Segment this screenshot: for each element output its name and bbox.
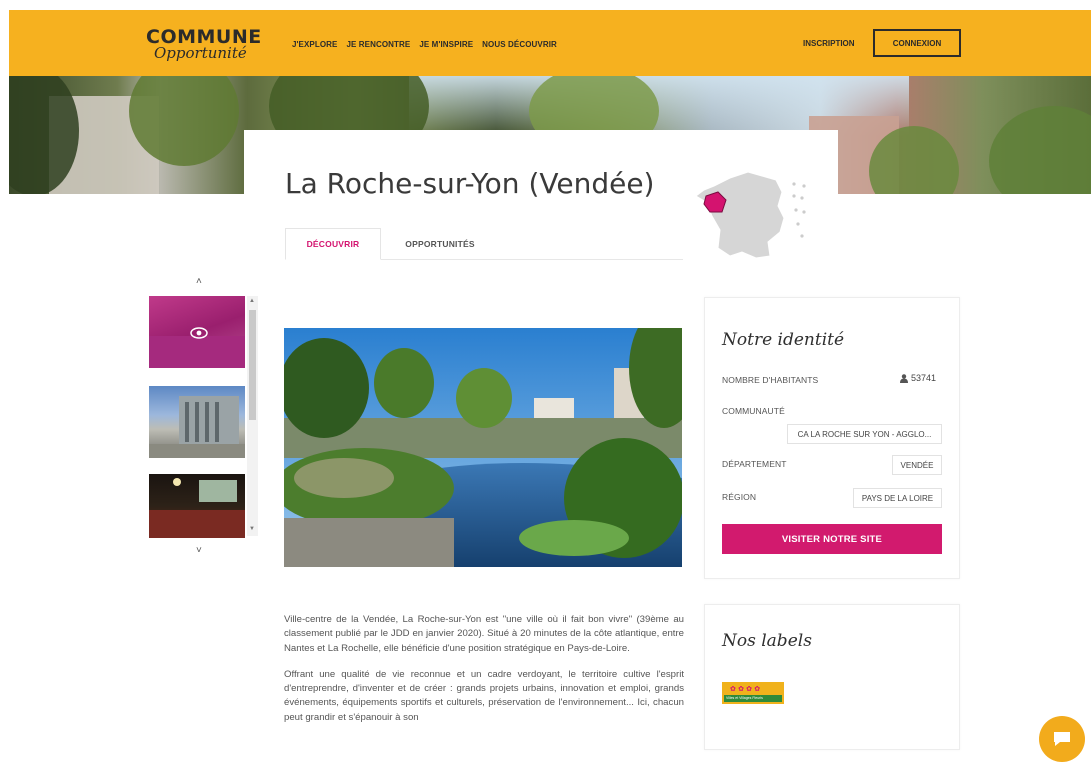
region-label: RÉGION xyxy=(722,492,757,502)
site-logo[interactable]: COMMUNE Opportunité xyxy=(146,28,262,62)
villes-fleuries-badge[interactable]: ✿ ✿ ✿ ✿ Villes et Villages Fleuris xyxy=(722,682,784,704)
scrollbar-thumb[interactable] xyxy=(249,310,256,420)
inhabitants-label: NOMBRE D'HABITANTS xyxy=(722,375,819,385)
region-value: PAYS DE LA LOIRE xyxy=(853,488,942,508)
description-paragraph-2: Offrant une qualité de vie reconnue et u… xyxy=(284,668,684,723)
labels-panel xyxy=(704,604,960,750)
gallery-thumb-2[interactable] xyxy=(149,386,245,458)
nav-item-meet[interactable]: JE RENCONTRE xyxy=(346,40,410,49)
identity-title: Notre identité xyxy=(722,330,845,350)
labels-title: Nos labels xyxy=(722,631,812,651)
tab-discover[interactable]: DÉCOUVRIR xyxy=(285,228,381,260)
main-photo xyxy=(284,328,682,567)
gallery-up-icon[interactable]: ˄ xyxy=(196,276,202,287)
signup-link[interactable]: INSCRIPTION xyxy=(803,39,855,48)
community-label: COMMUNAUTÉ xyxy=(722,406,785,416)
badge-text: Villes et Villages Fleuris xyxy=(726,696,763,700)
inhabitants-count: 53741 xyxy=(900,373,936,383)
page-title: La Roche-sur-Yon (Vendée) xyxy=(285,167,655,200)
scroll-up-arrow-icon[interactable]: ▲ xyxy=(249,298,255,304)
svg-text:✿ ✿ ✿ ✿: ✿ ✿ ✿ ✿ xyxy=(730,685,760,693)
description-paragraph-1: Ville-centre de la Vendée, La Roche-sur-… xyxy=(284,614,684,654)
department-label: DÉPARTEMENT xyxy=(722,459,787,469)
nav-item-explore[interactable]: J'EXPLORE xyxy=(292,40,337,49)
gallery-scrollbar[interactable]: ▲ ▼ xyxy=(247,296,258,536)
department-value: VENDÉE xyxy=(892,455,942,475)
scroll-down-arrow-icon[interactable]: ▼ xyxy=(249,526,255,532)
city-tabs: DÉCOUVRIR OPPORTUNITÉS xyxy=(285,228,683,260)
community-value: CA LA ROCHE SUR YON - AGGLO... xyxy=(787,424,942,444)
france-map xyxy=(690,166,820,262)
top-navbar: COMMUNE Opportunité J'EXPLORE JE RENCONT… xyxy=(9,10,1091,76)
gallery-thumb-1[interactable] xyxy=(149,296,245,368)
gallery-thumb-3[interactable] xyxy=(149,474,245,538)
nav-item-about[interactable]: NOUS DÉCOUVRIR xyxy=(482,40,557,49)
nav-item-inspire[interactable]: JE M'INSPIRE xyxy=(419,40,473,49)
gallery-down-icon[interactable]: ˅ xyxy=(196,545,202,556)
chat-bubble-icon xyxy=(1054,732,1070,746)
login-button[interactable]: CONNEXION xyxy=(873,29,961,57)
person-icon xyxy=(900,373,908,383)
main-nav: J'EXPLORE JE RENCONTRE JE M'INSPIRE NOUS… xyxy=(292,40,557,49)
visit-site-button[interactable]: VISITER NOTRE SITE xyxy=(722,524,942,554)
logo-text-bottom: Opportunité xyxy=(154,44,247,62)
page: COMMUNE Opportunité J'EXPLORE JE RENCONT… xyxy=(0,0,1091,767)
chat-button[interactable] xyxy=(1039,716,1085,762)
inhabitants-value: 53741 xyxy=(911,373,937,383)
tab-opportunities[interactable]: OPPORTUNITÉS xyxy=(385,228,495,260)
city-description: Ville-centre de la Vendée, La Roche-sur-… xyxy=(284,613,684,737)
gallery-thumbnails xyxy=(146,296,259,538)
